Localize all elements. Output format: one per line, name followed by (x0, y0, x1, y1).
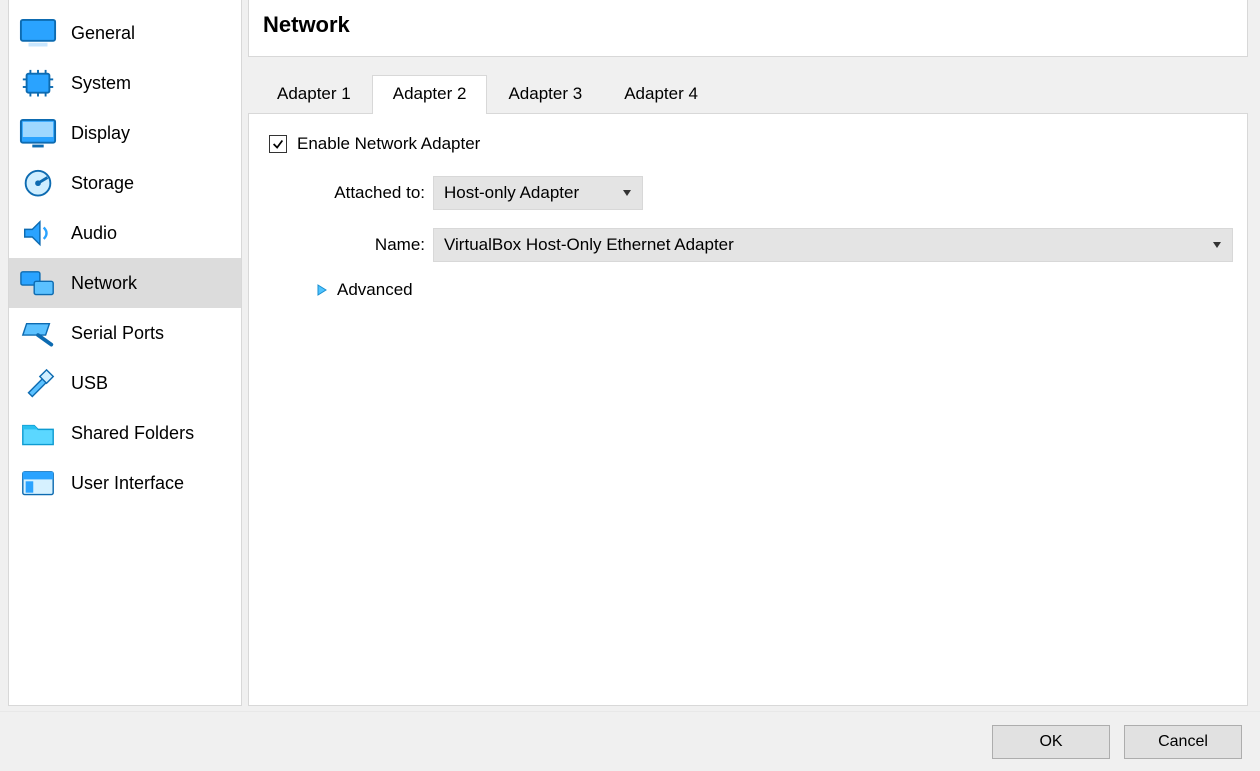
settings-sidebar: General System Display Storage (8, 0, 242, 706)
sidebar-item-user-interface[interactable]: User Interface (9, 458, 241, 508)
attached-to-value: Host-only Adapter (444, 183, 579, 203)
attached-to-row: Attached to: Host-only Adapter (263, 176, 1233, 210)
adapter-name-select[interactable]: VirtualBox Host-Only Ethernet Adapter (433, 228, 1233, 262)
sidebar-item-label: Shared Folders (71, 423, 194, 444)
sidebar-item-label: User Interface (71, 473, 184, 494)
cancel-button[interactable]: Cancel (1124, 725, 1242, 759)
sidebar-item-display[interactable]: Display (9, 108, 241, 158)
attached-to-select[interactable]: Host-only Adapter (433, 176, 643, 210)
sidebar-item-label: Audio (71, 223, 117, 244)
sidebar-item-system[interactable]: System (9, 58, 241, 108)
sidebar-item-label: Network (71, 273, 137, 294)
network-icon (19, 268, 57, 298)
chevron-down-icon (622, 190, 632, 196)
triangle-right-icon (315, 283, 329, 297)
sidebar-item-label: USB (71, 373, 108, 394)
dialog-footer: OK Cancel (0, 711, 1260, 771)
content-frame: Network Adapter 1 Adapter 2 Adapter 3 Ad… (248, 0, 1248, 706)
sidebar-item-label: System (71, 73, 131, 94)
name-label: Name: (263, 235, 433, 255)
adapter-tabs: Adapter 1 Adapter 2 Adapter 3 Adapter 4 (248, 75, 1248, 114)
body-area: General System Display Storage (0, 0, 1260, 706)
speaker-icon (19, 218, 57, 248)
display-icon (19, 118, 57, 148)
usb-icon (19, 368, 57, 398)
sidebar-item-label: General (71, 23, 135, 44)
sidebar-item-network[interactable]: Network (9, 258, 241, 308)
adapter-name-value: VirtualBox Host-Only Ethernet Adapter (444, 235, 734, 255)
monitor-icon (19, 18, 57, 48)
settings-window: General System Display Storage (0, 0, 1260, 771)
enable-adapter-row: Enable Network Adapter (263, 134, 1233, 154)
advanced-label: Advanced (337, 280, 413, 300)
sidebar-item-storage[interactable]: Storage (9, 158, 241, 208)
name-row: Name: VirtualBox Host-Only Ethernet Adap… (263, 228, 1233, 262)
tab-adapter-1[interactable]: Adapter 1 (256, 75, 372, 114)
sidebar-item-serial-ports[interactable]: Serial Ports (9, 308, 241, 358)
serial-icon (19, 318, 57, 348)
chevron-down-icon (1212, 242, 1222, 248)
enable-adapter-label: Enable Network Adapter (297, 134, 480, 154)
sidebar-item-usb[interactable]: USB (9, 358, 241, 408)
tab-adapter-3[interactable]: Adapter 3 (487, 75, 603, 114)
sidebar-item-general[interactable]: General (9, 8, 241, 58)
page-title: Network (263, 12, 1233, 38)
sidebar-item-label: Display (71, 123, 130, 144)
advanced-toggle[interactable]: Advanced (263, 280, 1233, 300)
sidebar-item-label: Storage (71, 173, 134, 194)
sidebar-item-shared-folders[interactable]: Shared Folders (9, 408, 241, 458)
sidebar-item-audio[interactable]: Audio (9, 208, 241, 258)
sidebar-item-label: Serial Ports (71, 323, 164, 344)
check-icon (271, 137, 285, 151)
page-header: Network (248, 0, 1248, 57)
ui-icon (19, 468, 57, 498)
disk-icon (19, 168, 57, 198)
tab-adapter-4[interactable]: Adapter 4 (603, 75, 719, 114)
adapter-panel: Enable Network Adapter Attached to: Host… (248, 113, 1248, 706)
enable-adapter-checkbox[interactable] (269, 135, 287, 153)
ok-button[interactable]: OK (992, 725, 1110, 759)
folder-icon (19, 418, 57, 448)
tab-adapter-2[interactable]: Adapter 2 (372, 75, 488, 114)
attached-to-label: Attached to: (263, 183, 433, 203)
chip-icon (19, 68, 57, 98)
